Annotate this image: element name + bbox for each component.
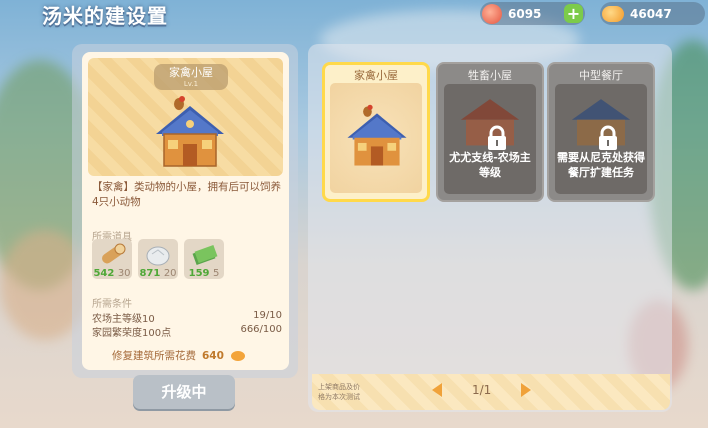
cost-label: 修复建筑所需花费 — [112, 350, 196, 362]
next-page-button[interactable] — [521, 383, 532, 397]
building-description: 【家禽】类动物的小屋，拥有后可以饲养4只小动物 — [92, 181, 281, 208]
coin-icon — [230, 350, 245, 361]
list-footer: 上架商品及价 格为本次测试 1/1 — [312, 374, 670, 410]
coin-icon — [602, 5, 624, 22]
coin-resource: 46047 — [600, 2, 705, 25]
material-item[interactable]: 159 5 — [184, 239, 224, 279]
wood-log-icon — [102, 243, 126, 264]
conditions-label: 所需条件 — [92, 299, 132, 310]
unlock-hint: 尤尤支线-农场主等级 — [449, 151, 531, 179]
peach-count: 6095 — [508, 6, 542, 21]
add-peach-button[interactable]: + — [564, 4, 583, 23]
detail-card: 家禽小屋 Lv.1 【家禽】类动物的小屋，拥有后可以饲养4只小动物 所需道具 5… — [82, 52, 289, 370]
poultry-house-icon — [156, 96, 224, 167]
building-slot-name: 家禽小屋 — [354, 69, 398, 82]
material-need: 30 — [117, 268, 131, 279]
material-need: 20 — [163, 268, 177, 279]
peach-icon — [482, 3, 502, 24]
peach-resource: 6095 + — [480, 2, 585, 25]
lock-icon — [488, 125, 506, 150]
lock-icon — [599, 125, 617, 150]
coin-count: 46047 — [630, 6, 672, 21]
building-name: 家禽小屋 — [169, 66, 213, 79]
upgrade-button[interactable]: 升级中 — [133, 375, 235, 409]
poultry-house-icon — [347, 104, 407, 166]
building-level: Lv.1 — [183, 80, 199, 88]
page-indicator: 1/1 — [472, 383, 492, 397]
condition-label: 农场主等级10 — [92, 314, 155, 325]
cash-icon — [192, 244, 218, 266]
material-have: 871 — [139, 268, 161, 279]
condition-row: 家园繁荣度100点 666/100 — [92, 324, 282, 339]
repair-cost: 修复建筑所需花费 640 — [112, 348, 246, 363]
building-slot-livestock[interactable]: 牲畜小屋 尤尤支线-农场主等级 — [436, 62, 544, 202]
condition-value: 666/100 — [240, 324, 282, 335]
material-item[interactable]: 542 30 — [92, 239, 132, 279]
building-name-tag: 家禽小屋 Lv.1 — [154, 64, 228, 90]
prev-page-button[interactable] — [432, 383, 442, 397]
test-note: 上架商品及价 格为本次测试 — [318, 383, 360, 401]
building-slot-name: 牲畜小屋 — [468, 69, 512, 82]
pager: 1/1 — [432, 383, 532, 397]
building-slot-name: 中型餐厅 — [579, 69, 623, 82]
material-have: 542 — [93, 268, 115, 279]
cost-value: 640 — [202, 349, 224, 362]
material-item[interactable]: 871 20 — [138, 239, 178, 279]
material-have: 159 — [188, 268, 210, 279]
stone-icon — [146, 246, 170, 266]
condition-value: 19/10 — [253, 310, 282, 321]
condition-row: 农场主等级10 19/10 — [92, 310, 282, 325]
condition-label: 家园繁荣度100点 — [92, 328, 172, 339]
page-title: 汤米的建设置 — [42, 4, 168, 28]
material-need: 5 — [212, 268, 220, 279]
building-slot-poultry[interactable]: 家禽小屋 — [322, 62, 430, 202]
building-preview: 家禽小屋 Lv.1 — [88, 58, 283, 176]
materials-list: 542 30 871 20 159 5 — [92, 239, 224, 279]
building-slot-restaurant[interactable]: 中型餐厅 需要从尼克处获得餐厅扩建任务 — [547, 62, 655, 202]
unlock-hint: 需要从尼克处获得餐厅扩建任务 — [557, 151, 645, 179]
